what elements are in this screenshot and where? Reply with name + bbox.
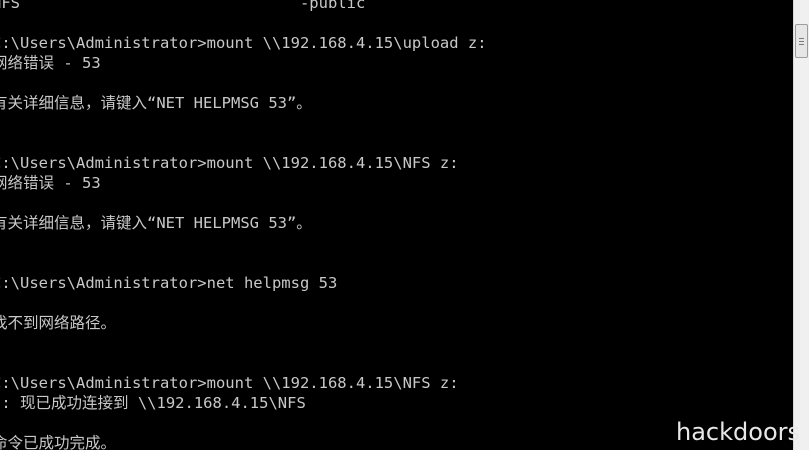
console-line: 有关详细信息，请键入“NET HELPMSG 53”。 xyxy=(0,214,312,232)
console-line: 网络错误 - 53 xyxy=(0,54,101,72)
console-line: C:\Users\Administrator>net helpmsg 53 xyxy=(0,274,338,292)
console-output: NFS -public C:\Users\Administrator>mount… xyxy=(0,0,487,450)
console-line: NFS -public xyxy=(0,0,366,12)
console-line: C:\Users\Administrator>mount \\192.168.4… xyxy=(0,154,459,172)
scrollbar-thumb[interactable] xyxy=(795,24,808,58)
grip-line xyxy=(799,44,804,45)
console-window[interactable]: NFS -public C:\Users\Administrator>mount… xyxy=(0,0,793,450)
watermark-text: hackdoors xyxy=(676,418,800,446)
console-line: C:\Users\Administrator>mount \\192.168.4… xyxy=(0,34,487,52)
console-line: z: 现已成功连接到 \\192.168.4.15\NFS xyxy=(0,394,306,412)
grip-line xyxy=(799,41,804,42)
console-line: 命令已成功完成。 xyxy=(0,434,117,450)
vertical-scrollbar[interactable] xyxy=(793,0,809,450)
grip-line xyxy=(799,38,804,39)
console-line: 找不到网络路径。 xyxy=(0,314,117,332)
console-line: 网络错误 - 53 xyxy=(0,174,101,192)
console-line: 有关详细信息，请键入“NET HELPMSG 53”。 xyxy=(0,94,312,112)
console-line: C:\Users\Administrator>mount \\192.168.4… xyxy=(0,374,459,392)
